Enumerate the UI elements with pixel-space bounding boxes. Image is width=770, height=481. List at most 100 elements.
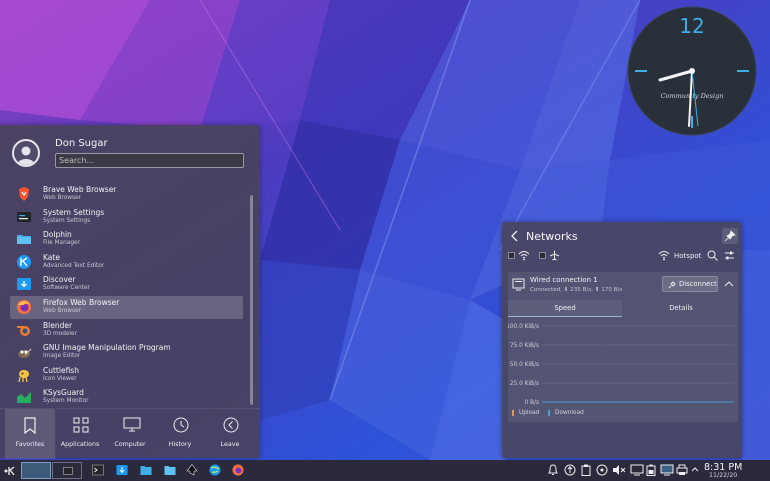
app-name: Kate: [43, 252, 60, 262]
list-item-system-settings[interactable]: System Settings System Settings: [10, 206, 243, 229]
list-item-brave[interactable]: Brave Web Browser Web Browser: [10, 183, 243, 206]
airplane-mode-checkbox[interactable]: [539, 252, 546, 259]
firefox-icon[interactable]: [232, 464, 244, 476]
app-desc: Icon Viewer: [43, 375, 77, 382]
folder-icon: [17, 235, 31, 245]
discover-icon: [17, 278, 31, 291]
discover-icon[interactable]: [116, 464, 128, 476]
disconnect-button[interactable]: Disconnect: [662, 276, 718, 292]
globe-icon[interactable]: [209, 464, 221, 476]
app-desc: 3D modeler: [43, 330, 77, 337]
app-desc: System Settings: [43, 217, 91, 224]
pin-icon: [724, 230, 736, 242]
back-icon[interactable]: [510, 230, 520, 242]
list-item-dolphin[interactable]: Dolphin File Manager: [10, 228, 243, 251]
hotspot-label[interactable]: Hotspot: [674, 252, 701, 260]
app-desc: Web Browser: [43, 195, 81, 201]
grid-icon: [73, 417, 89, 433]
hotspot-icon[interactable]: [658, 250, 670, 261]
list-item-blender[interactable]: Blender 3D modeler: [10, 319, 243, 342]
display-icon[interactable]: [630, 464, 644, 476]
monitor-icon: [123, 417, 141, 432]
tab-speed[interactable]: Speed: [508, 300, 622, 317]
y-tick-label: 100.0 KiB/s: [508, 324, 539, 330]
folder-icon[interactable]: [164, 464, 176, 476]
blender-icon: [17, 325, 30, 336]
analog-clock-widget[interactable]: 12 Community Design: [627, 6, 757, 136]
favorites-list: Brave Web Browser Web Browser System Set…: [10, 183, 243, 409]
wired-network-icon: [512, 278, 525, 291]
application-launcher: Don Sugar Brave Web Browser Web Browser …: [0, 125, 260, 459]
y-tick-label: 0 B/s: [525, 400, 539, 406]
firefox-icon: [17, 299, 31, 314]
chevron-up-icon[interactable]: [724, 280, 734, 288]
application-launcher-icon[interactable]: [3, 464, 17, 478]
clock-text: Community Design: [661, 92, 724, 100]
list-item-ksysguard[interactable]: KSysGuard System Monitor: [10, 386, 243, 409]
volume-muted-icon[interactable]: [612, 464, 626, 476]
y-tick-label: 50.0 KiB/s: [510, 362, 539, 368]
pin-button[interactable]: [722, 228, 738, 244]
wifi-icon: [518, 251, 530, 261]
list-item-gimp[interactable]: GNU Image Manipulation Program Image Edi…: [10, 341, 243, 364]
tab-favorites[interactable]: Favorites: [5, 409, 55, 459]
virtual-desktop-1[interactable]: [21, 462, 51, 479]
disconnect-label: Disconnect: [679, 280, 717, 288]
app-desc: Software Center: [43, 285, 90, 292]
notifications-bell-icon[interactable]: [548, 464, 558, 476]
launcher-tab-bar: Favorites Applications Computer History …: [0, 408, 260, 459]
clipboard-icon[interactable]: [580, 464, 592, 476]
list-item-cuttlefish[interactable]: Cuttlefish Icon Viewer: [10, 364, 243, 387]
vault-icon[interactable]: [596, 464, 608, 476]
list-item-discover[interactable]: Discover Software Center: [10, 273, 243, 296]
bookmark-icon: [24, 417, 36, 435]
history-clock-icon: [173, 417, 189, 433]
tab-label: Favorites: [15, 441, 45, 448]
app-name: Discover: [43, 275, 76, 285]
app-name: Firefox Web Browser: [43, 297, 120, 307]
user-avatar[interactable]: [12, 139, 40, 167]
speed-graph: 100.0 KiB/s 75.0 KiB/s 50.0 KiB/s 25.0 KiB/…: [508, 324, 734, 406]
networks-title: Networks: [526, 230, 578, 243]
user-name: Don Sugar: [55, 138, 108, 149]
tab-leave[interactable]: Leave: [205, 409, 255, 459]
taskbar: 8:31 PM 11/22/20: [0, 460, 770, 481]
legend-download: Download: [548, 410, 584, 416]
tab-computer[interactable]: Computer: [105, 409, 155, 459]
connection-card: Wired connection 1 Connected, ⬇ 235 B/s,…: [508, 272, 738, 422]
taskbar-date[interactable]: 11/22/20: [709, 472, 737, 479]
list-item-firefox[interactable]: Firefox Web Browser Web Browser: [10, 295, 243, 319]
app-desc: Image Editor: [43, 353, 81, 360]
settings-icon: [17, 211, 31, 222]
tab-label: History: [168, 441, 192, 448]
battery-icon[interactable]: [646, 464, 656, 476]
chevron-up-icon[interactable]: [691, 464, 699, 476]
arrow-left-circle-icon: [223, 417, 239, 433]
terminal-icon[interactable]: [92, 464, 104, 476]
app-desc: Advanced Text Editor: [43, 262, 105, 269]
gimp-icon: [18, 348, 32, 359]
airplane-icon: [549, 250, 560, 261]
tab-details[interactable]: Details: [624, 300, 738, 317]
kde-connect-icon[interactable]: [564, 464, 576, 476]
app-name: Brave Web Browser: [43, 185, 117, 194]
folder-icon[interactable]: [140, 464, 152, 476]
virtual-desktop-2[interactable]: [52, 462, 82, 479]
search-input[interactable]: [55, 153, 244, 168]
app-name: System Settings: [43, 207, 105, 217]
tab-applications[interactable]: Applications: [55, 409, 105, 459]
app-name: KSysGuard: [43, 388, 84, 398]
app-name: Blender: [43, 320, 73, 330]
favorites-scrollbar[interactable]: [250, 195, 253, 405]
app-desc: File Manager: [43, 240, 80, 247]
wifi-enable-checkbox[interactable]: [508, 252, 515, 259]
network-wired-icon[interactable]: [660, 464, 674, 476]
list-item-kate[interactable]: Kate Advanced Text Editor: [10, 251, 243, 274]
tab-history[interactable]: History: [155, 409, 205, 459]
search-icon[interactable]: [707, 250, 718, 261]
app-desc: System Monitor: [43, 398, 89, 405]
printer-icon[interactable]: [676, 464, 688, 476]
inkscape-icon[interactable]: [186, 464, 198, 476]
settings-sliders-icon[interactable]: [724, 250, 735, 261]
app-name: Dolphin: [43, 230, 72, 240]
